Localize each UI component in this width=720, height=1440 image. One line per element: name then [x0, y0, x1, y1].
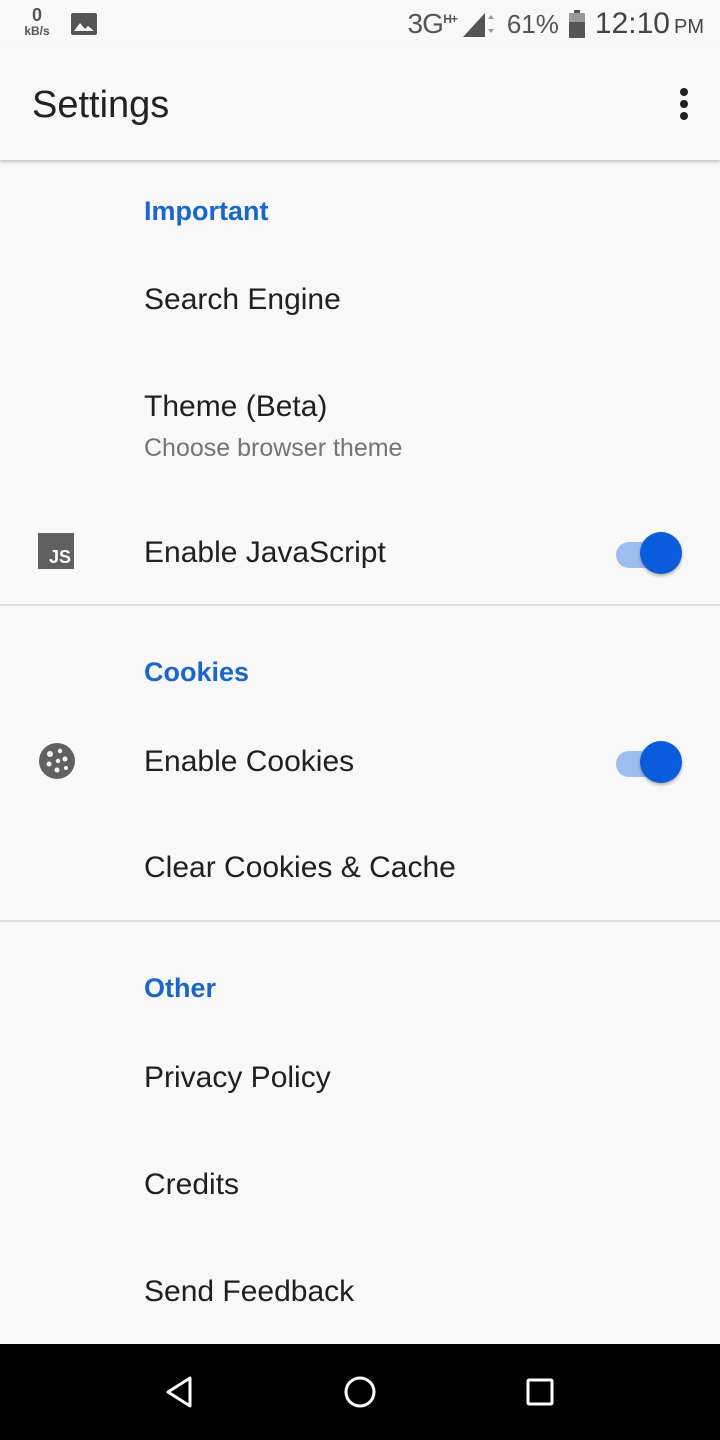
setting-credits[interactable]: Credits: [0, 1130, 720, 1238]
more-vert-icon[interactable]: [672, 84, 696, 124]
cookie-icon: [39, 743, 75, 779]
network-type: 3G H+: [407, 8, 458, 40]
navigation-bar: [0, 1344, 720, 1440]
back-icon[interactable]: [160, 1372, 200, 1412]
setting-enable-cookies[interactable]: Enable Cookies: [0, 708, 720, 814]
status-right: 3G H+ 61% 12:10 PM: [408, 0, 704, 48]
setting-send-feedback[interactable]: Send Feedback: [0, 1238, 720, 1344]
setting-theme-label: Theme (Beta): [144, 390, 328, 423]
section-header-important: Important: [144, 196, 269, 226]
setting-enable-javascript[interactable]: JS Enable JavaScript: [0, 490, 720, 604]
clock: 12:10 PM: [595, 7, 704, 41]
setting-credits-label: Credits: [144, 1168, 240, 1201]
setting-theme-subtitle: Choose browser theme: [144, 434, 403, 462]
setting-search-engine[interactable]: Search Engine: [0, 246, 720, 356]
image-icon: [71, 13, 97, 35]
cookies-toggle-thumb: [640, 741, 682, 783]
overflow-dot: [680, 112, 688, 120]
setting-enable-javascript-label: Enable JavaScript: [144, 536, 386, 569]
setting-privacy-policy[interactable]: Privacy Policy: [0, 1024, 720, 1130]
network-type-sup: H+: [443, 12, 458, 26]
section-header-cookies: Cookies: [144, 657, 250, 687]
javascript-icon-text: JS: [48, 547, 71, 567]
setting-clear-cookies[interactable]: Clear Cookies & Cache: [0, 814, 720, 920]
network-speed-unit: kB/s: [24, 24, 50, 38]
recents-icon[interactable]: [520, 1372, 560, 1412]
battery-percent: 61%: [506, 8, 559, 39]
setting-theme[interactable]: Theme (Beta) Choose browser theme: [0, 356, 720, 486]
section-divider: [0, 920, 720, 922]
overflow-dot: [680, 100, 688, 108]
javascript-icon: JS: [38, 533, 74, 569]
javascript-toggle[interactable]: [616, 530, 682, 574]
signal-icon: [462, 13, 494, 37]
setting-search-engine-label: Search Engine: [144, 283, 341, 316]
clock-ampm: PM: [674, 16, 704, 38]
battery-icon: [568, 10, 585, 38]
home-icon[interactable]: [340, 1372, 380, 1412]
clock-time: 12:10: [594, 7, 670, 40]
network-type-label: 3G: [407, 8, 444, 39]
settings-list: Important Search Engine Theme (Beta) Cho…: [0, 160, 720, 1344]
overflow-dot: [680, 88, 688, 96]
section-header-other: Other: [144, 973, 217, 1003]
page-title: Settings: [32, 84, 170, 126]
section-divider: [0, 604, 720, 606]
javascript-toggle-thumb: [640, 532, 682, 574]
setting-privacy-policy-label: Privacy Policy: [144, 1061, 331, 1094]
cookies-toggle[interactable]: [616, 739, 682, 783]
settings-screen: 0 kB/s 3G H+ 61% 12:10 PM Settings Impor…: [0, 0, 720, 1440]
setting-clear-cookies-label: Clear Cookies & Cache: [144, 851, 456, 884]
setting-enable-cookies-label: Enable Cookies: [144, 745, 355, 778]
network-speed-value: 0: [31, 5, 42, 25]
app-bar: Settings: [0, 48, 720, 160]
setting-send-feedback-label: Send Feedback: [144, 1275, 355, 1308]
network-speed: 0 kB/s: [20, 6, 54, 37]
status-bar: 0 kB/s 3G H+ 61% 12:10 PM: [0, 0, 720, 48]
